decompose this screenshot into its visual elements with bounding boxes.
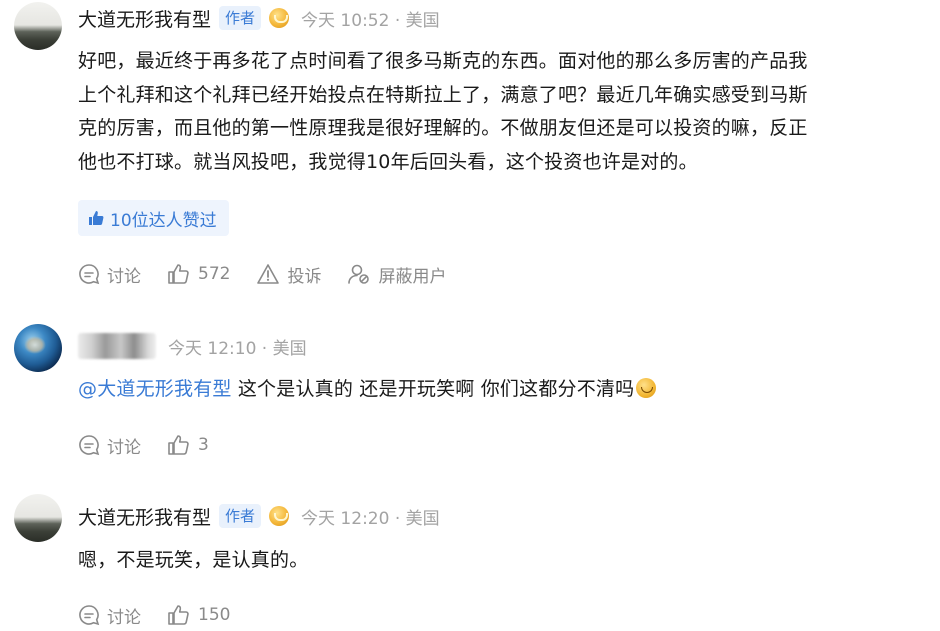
mention-link[interactable]: @大道无形我有型 [78,378,232,400]
avatar[interactable] [14,324,62,372]
avatar[interactable] [14,2,62,50]
thumb-up-icon [168,605,189,625]
report-button[interactable]: 投诉 [256,262,321,287]
blurred-author-name[interactable] [78,333,156,359]
reply-button[interactable]: 讨论 [78,262,141,287]
author-badge: 作者 [219,6,262,30]
comment-meta: 今天 10:52 · 美国 [301,10,440,31]
warning-icon [257,264,280,284]
comment-text-line: 上个礼拜和这个礼拜已经开始投点在特斯拉上了，满意了吧？最近几年确实感受到马斯 [78,83,808,106]
comment-actions: 讨论 3 [78,432,235,458]
reply-button[interactable]: 讨论 [78,433,141,458]
report-label: 投诉 [287,266,322,287]
like-button[interactable]: 572 [167,263,230,285]
expert-likes-label: 10位达人赞过 [110,210,217,231]
thumb-up-filled-icon [89,211,104,225]
comment-header: 大道无形我有型 作者 今天 12:20 · 美国 [78,501,440,531]
like-count: 3 [198,435,209,455]
comment-text-body: 这个是认真的 还是开玩笑啊 你们这都分不清吗 [231,378,635,400]
block-user-label: 屏蔽用户 [378,266,447,287]
reply-label: 讨论 [107,437,141,458]
author-badge: 作者 [219,504,262,528]
thumb-up-icon [168,264,189,284]
comment-bubble-icon [79,264,100,285]
block-user-button[interactable]: 屏蔽用户 [347,262,446,287]
comment-bubble-icon [79,605,100,626]
reply-label: 讨论 [107,266,141,287]
thumb-up-icon [168,435,189,455]
like-button[interactable]: 3 [167,434,209,456]
level-medal-icon [269,506,290,526]
comment-meta: 今天 12:10 · 美国 [168,338,307,359]
reply-button[interactable]: 讨论 [78,603,141,628]
author-name[interactable]: 大道无形我有型 [78,5,211,32]
comment-text-line: 克的厉害，而且他的第一性原理我是很好理解的。不做朋友但还是可以投资的嘛，反正 [78,117,808,139]
comment-text: @大道无形我有型 这个是认真的 还是开玩笑啊 你们这都分不清吗 [78,373,928,407]
comment-text-body: 嗯，不是玩笑，是认真的。 [78,549,309,571]
level-medal-icon [269,8,290,28]
comment-meta: 今天 12:20 · 美国 [301,508,440,529]
like-count: 150 [198,605,231,625]
reply-label: 讨论 [107,607,141,628]
block-user-icon [348,264,370,284]
comment-text-line: 好吧，最近终于再多花了点时间看了很多马斯克的东西。面对他的那么多厉害的产品我 [78,50,808,72]
comment-header: 大道无形我有型 作者 今天 10:52 · 美国 [78,3,440,33]
laughing-emoji-icon [636,378,657,398]
comment-text: 好吧，最近终于再多花了点时间看了很多马斯克的东西。面对他的那么多厉害的产品我 上… [78,45,928,179]
comment-text: 嗯，不是玩笑，是认真的。 [78,544,928,578]
comment-header: 今天 12:10 · 美国 [78,331,307,361]
like-button[interactable]: 150 [167,604,230,626]
like-count: 572 [198,264,231,284]
comment-bubble-icon [79,435,100,456]
expert-likes-pill[interactable]: 10位达人赞过 [78,200,229,236]
avatar[interactable] [14,494,62,542]
comment-actions: 讨论 150 [78,602,256,628]
comment-actions: 讨论 572 投诉 屏蔽用户 [78,261,472,287]
comment-text-line: 他也不打球。就当风投吧，我觉得10年后回头看，这个投资也许是对的。 [78,150,698,173]
author-name[interactable]: 大道无形我有型 [78,503,211,530]
